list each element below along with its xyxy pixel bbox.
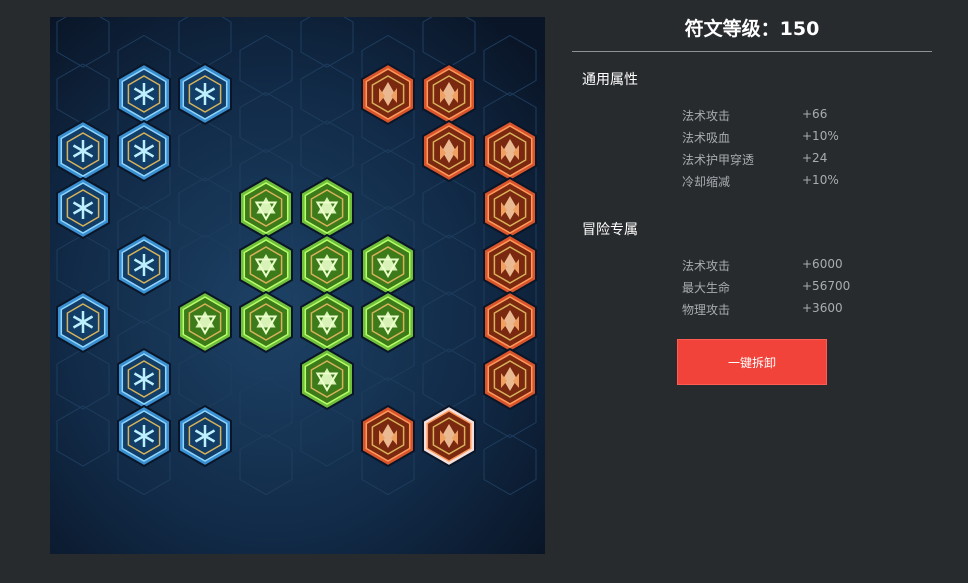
rune-board bbox=[50, 6, 545, 554]
adventure-attributes-heading: 冒险专属 bbox=[582, 222, 638, 238]
title-divider bbox=[572, 51, 932, 52]
adventure-attr-value: +6000 bbox=[802, 257, 843, 271]
general-attr-value: +10% bbox=[802, 173, 839, 187]
general-attr-name: 法术攻击 bbox=[682, 109, 731, 123]
attribute-panel: 符文等级：150 通用属性 法术攻击 +66 法术吸血 +10% 法术护甲穿透 … bbox=[572, 0, 932, 583]
adventure-attr-name: 物理攻击 bbox=[682, 303, 731, 317]
adventure-attr-name: 最大生命 bbox=[682, 281, 731, 295]
unequip-all-button[interactable]: 一键拆卸 bbox=[677, 339, 827, 385]
general-attr-value: +10% bbox=[802, 129, 839, 143]
general-attr-name: 冷却缩减 bbox=[682, 175, 731, 189]
general-attr-value: +24 bbox=[802, 151, 828, 165]
general-attributes-heading: 通用属性 bbox=[582, 72, 638, 88]
rune-level-title: 符文等级：150 bbox=[684, 18, 820, 40]
general-attr-value: +66 bbox=[802, 107, 828, 121]
general-attr-name: 法术吸血 bbox=[682, 131, 731, 145]
adventure-attr-value: +3600 bbox=[802, 301, 843, 315]
general-attr-name: 法术护甲穿透 bbox=[682, 153, 755, 167]
adventure-attr-name: 法术攻击 bbox=[682, 259, 731, 273]
adventure-attr-value: +56700 bbox=[802, 279, 851, 293]
rune-board-canvas bbox=[50, 6, 545, 554]
